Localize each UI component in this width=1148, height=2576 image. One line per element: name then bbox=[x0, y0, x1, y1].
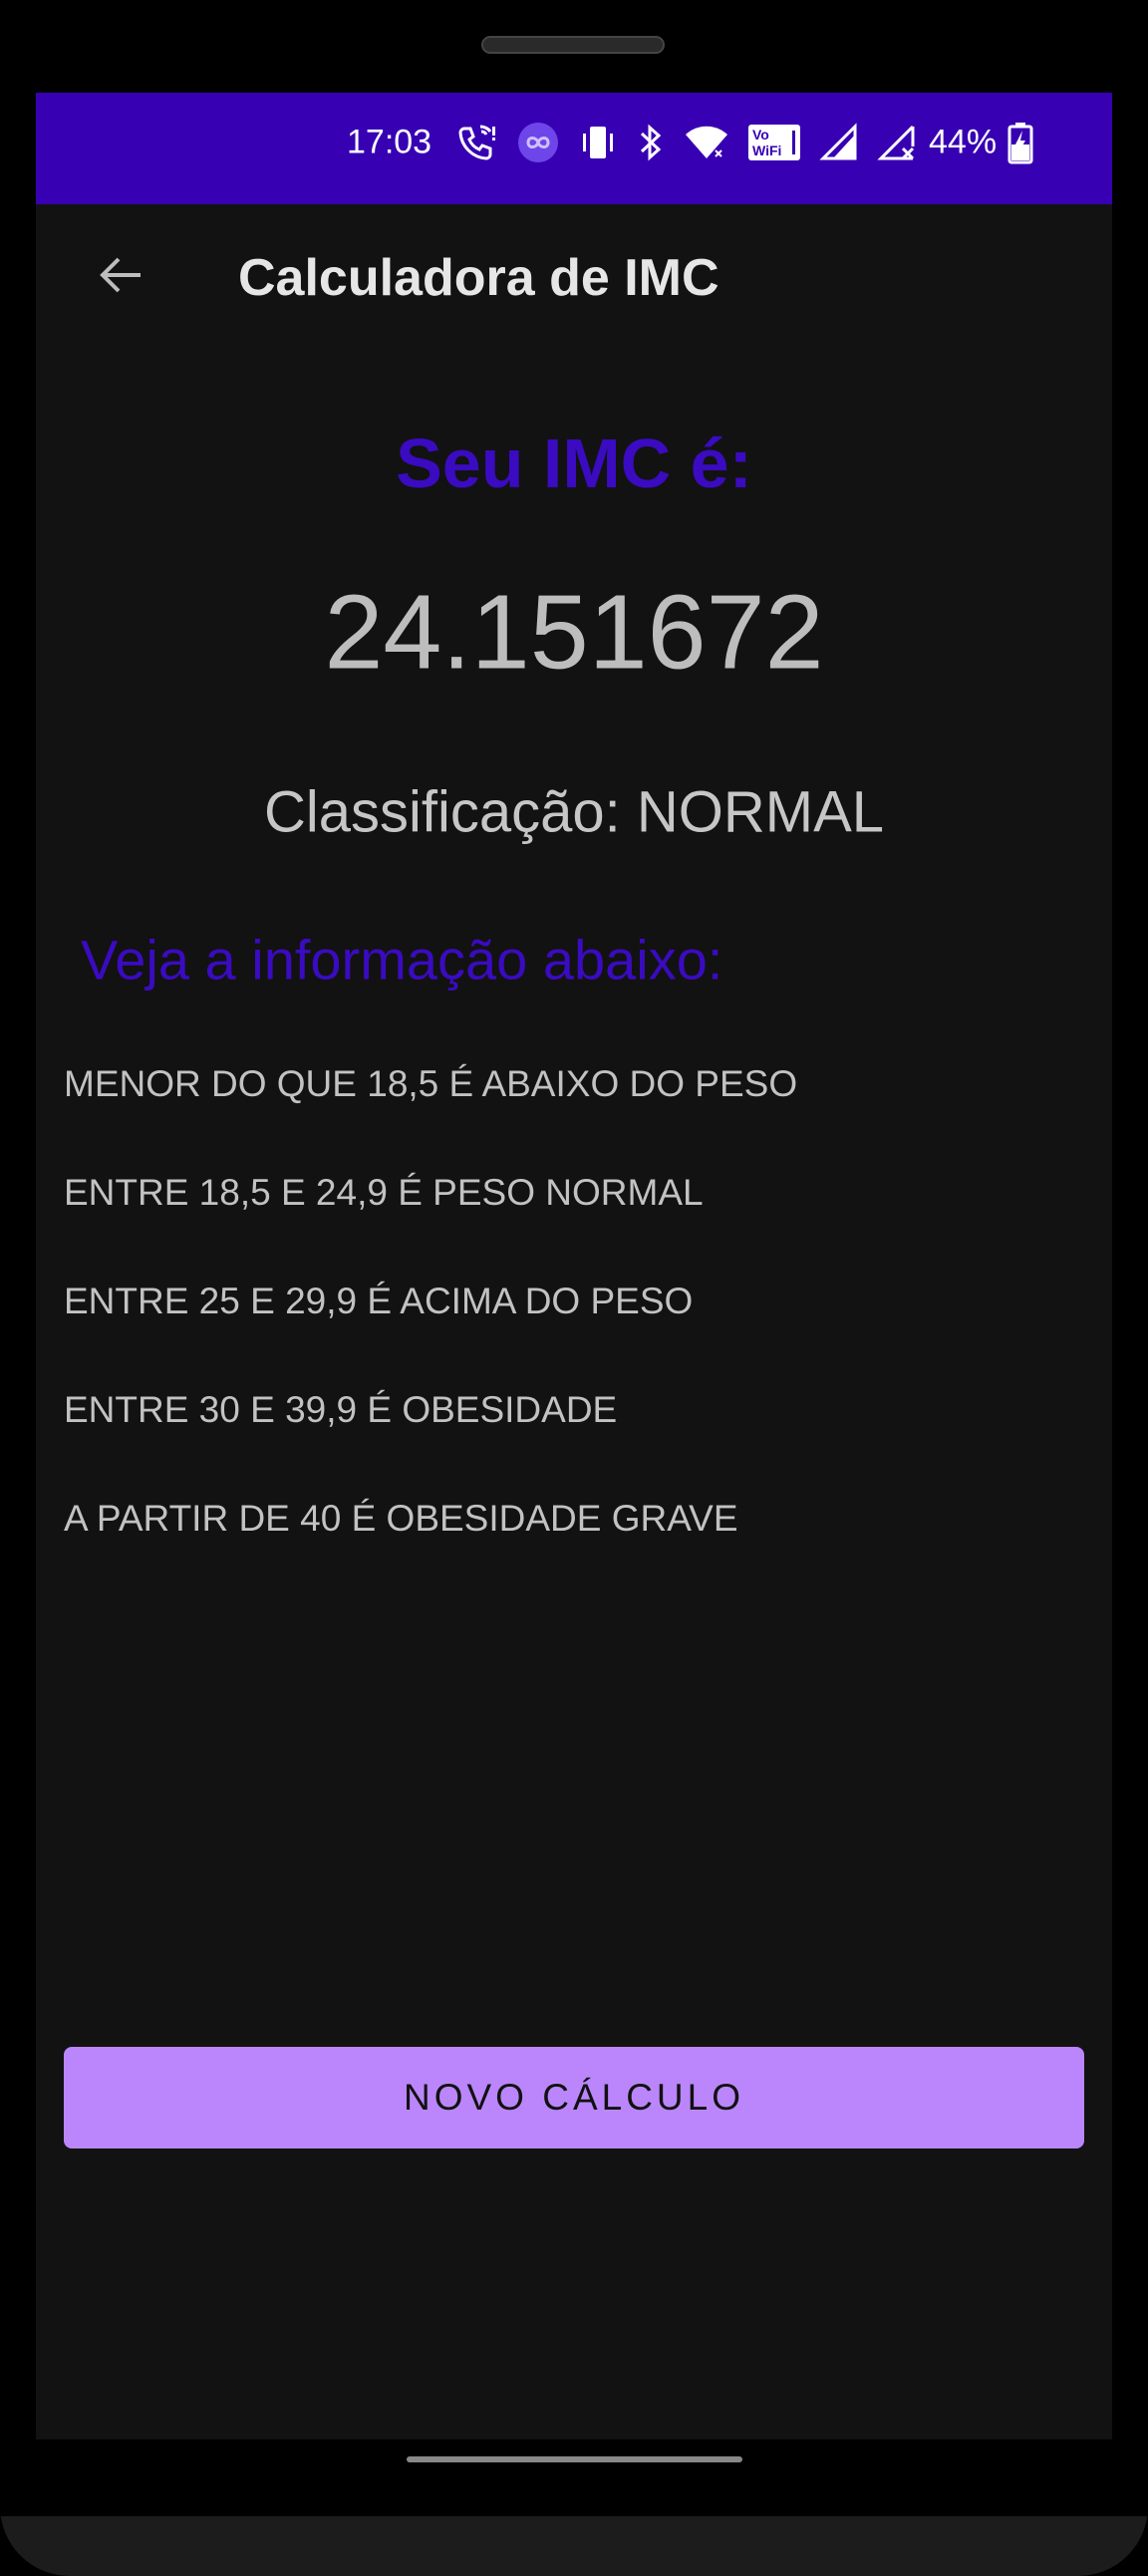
bmi-classification: Classificação: NORMAL bbox=[263, 779, 885, 845]
app-screen: 17:03 Vo WiFi 44% Calculadora de IMC Seu… bbox=[36, 93, 1112, 2439]
battery-charging-icon bbox=[1007, 121, 1033, 169]
wifi-calling-icon bbox=[454, 121, 498, 164]
info-item: MENOR DO QUE 18,5 É ABAIXO DO PESO bbox=[64, 1063, 798, 1104]
info-item: ENTRE 18,5 E 24,9 É PESO NORMAL bbox=[64, 1172, 704, 1213]
vibrate-icon bbox=[578, 121, 618, 164]
arrow-back-icon bbox=[95, 249, 146, 306]
signal-no-service-icon bbox=[877, 121, 917, 164]
battery-percent: 44% bbox=[929, 123, 998, 161]
wifi-icon bbox=[684, 121, 729, 164]
status-time: 17:03 bbox=[347, 123, 432, 161]
phone-frame: 17:03 Vo WiFi 44% Calculadora de IMC Seu… bbox=[0, 0, 1148, 2576]
info-heading: Veja a informação abaixo: bbox=[81, 928, 723, 992]
info-list: MENOR DO QUE 18,5 É ABAIXO DO PESO ENTRE… bbox=[64, 1029, 797, 1573]
signal-icon bbox=[819, 121, 859, 164]
page-title: Calculadora de IMC bbox=[238, 249, 719, 307]
new-calculation-button[interactable]: NOVO CÁLCULO bbox=[64, 2047, 1084, 2148]
status-icons: Vo WiFi bbox=[454, 121, 917, 164]
bmi-value: 24.151672 bbox=[324, 573, 824, 692]
infinity-icon bbox=[516, 121, 560, 164]
app-bar: Calculadora de IMC bbox=[36, 204, 1112, 356]
back-button[interactable] bbox=[86, 242, 155, 312]
vowifi-icon: Vo WiFi bbox=[747, 123, 801, 162]
bluetooth-icon bbox=[636, 121, 666, 164]
info-item: A PARTIR DE 40 É OBESIDADE GRAVE bbox=[64, 1498, 738, 1539]
device-bottom-edge bbox=[0, 2516, 1148, 2576]
earpiece-speaker bbox=[481, 36, 665, 54]
info-item: ENTRE 25 E 29,9 É ACIMA DO PESO bbox=[64, 1281, 694, 1321]
vowifi-label-top: Vo bbox=[752, 127, 769, 143]
status-bar: 17:03 Vo WiFi 44% bbox=[36, 93, 1112, 204]
result-title: Seu IMC é: bbox=[396, 425, 752, 502]
info-item: ENTRE 30 E 39,9 É OBESIDADE bbox=[64, 1389, 618, 1430]
vowifi-label-bottom: WiFi bbox=[752, 143, 781, 158]
home-indicator[interactable] bbox=[407, 2456, 742, 2462]
